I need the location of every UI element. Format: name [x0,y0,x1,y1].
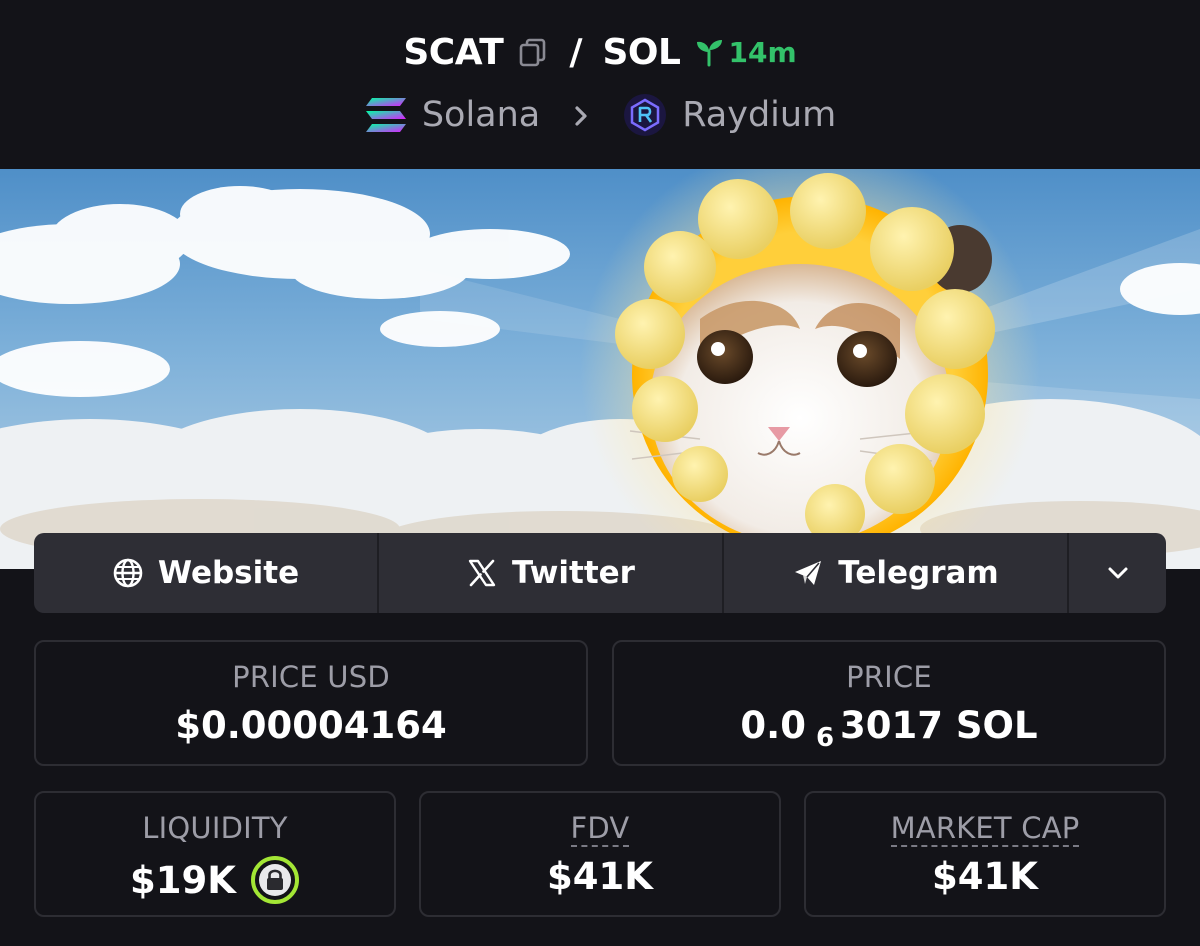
globe-icon [112,557,144,589]
lock-icon[interactable] [250,855,300,905]
market-cap-amount: $41K [932,855,1038,898]
pair-age: 14m [694,35,797,69]
raydium-logo-icon [622,92,668,138]
market-cap-label-wrap: MARKET CAP [806,811,1164,847]
price-usd-label: PRICE USD [232,660,390,694]
price-usd-card: PRICE USD $0.00004164 [34,640,588,766]
fdv-card: FDV $41K [419,791,781,917]
pair-separator: / [569,31,583,73]
website-button-label: Website [157,555,300,591]
price-usd-amount: $0.00004164 [175,704,447,747]
price-native-value: 0.0 6 3017 SOL [614,704,1164,753]
telegram-button-label: Telegram [838,555,999,591]
solana-logo-icon [364,96,408,134]
breadcrumb: Solana Raydium [0,90,1200,140]
more-links-button[interactable] [1069,533,1166,613]
twitter-button-label: Twitter [512,555,635,591]
market-cap-value: $41K [806,855,1164,898]
price-usd-value: $0.00004164 [36,704,586,747]
chevron-down-icon [1102,557,1134,589]
sprout-icon [694,37,724,67]
pair-title-row: SCAT / SOL 14m [0,26,1200,78]
copy-icon[interactable] [517,36,549,68]
price-native-prefix: 0.0 [740,704,806,747]
dex-link[interactable]: Raydium [682,95,836,135]
telegram-button[interactable]: Telegram [724,533,1069,613]
base-token-symbol: SCAT [403,31,504,73]
market-cap-card: MARKET CAP $41K [804,791,1166,917]
liquidity-amount: $19K [130,858,236,902]
price-native-card: PRICE 0.0 6 3017 SOL [612,640,1166,766]
social-links-bar: Website Twitter Telegram [34,533,1166,613]
x-logo-icon [466,557,498,589]
fdv-value: $41K [421,855,779,898]
price-native-zero-count: 6 [815,722,835,753]
chain-link[interactable]: Solana [422,95,540,135]
quote-token-symbol: SOL [602,31,681,73]
price-native-label: PRICE [846,660,932,694]
twitter-button[interactable]: Twitter [379,533,724,613]
website-button[interactable]: Website [34,533,379,613]
token-banner-image [0,169,1200,569]
chevron-right-icon [566,100,596,130]
paper-plane-icon [792,557,824,589]
pair-header: SCAT / SOL 14m Solana Raydium [0,0,1200,168]
fdv-label[interactable]: FDV [570,811,630,847]
liquidity-card: LIQUIDITY $19K [34,791,396,917]
pair-age-text: 14m [728,35,797,69]
liquidity-label: LIQUIDITY [142,811,288,845]
liquidity-value: $19K [36,855,394,905]
market-cap-label[interactable]: MARKET CAP [890,811,1080,847]
fdv-label-wrap: FDV [421,811,779,847]
price-native-suffix: 3017 SOL [840,704,1038,747]
fdv-amount: $41K [547,855,653,898]
